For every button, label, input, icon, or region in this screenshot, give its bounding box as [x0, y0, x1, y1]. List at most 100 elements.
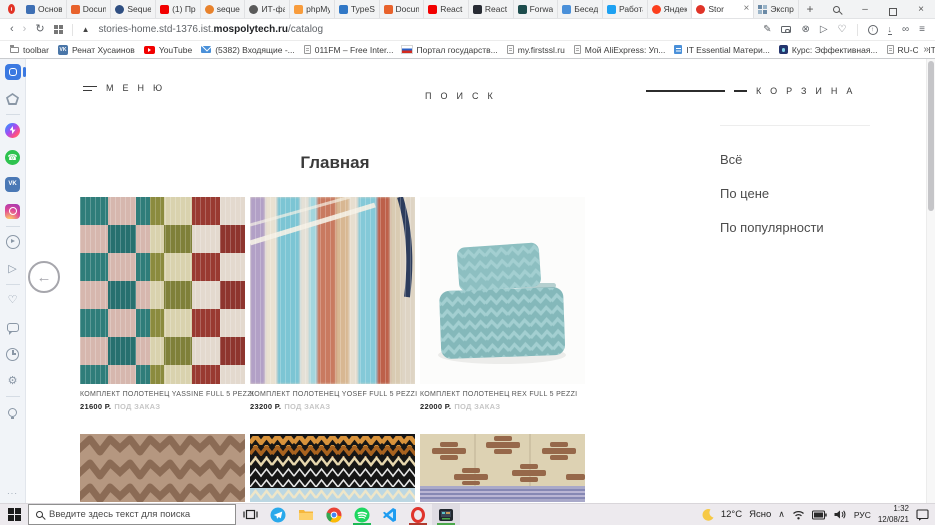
browser-tab[interactable]: Беседк	[558, 0, 603, 18]
speed-dial-icon[interactable]	[54, 25, 63, 34]
protect-icon[interactable]: ↑	[868, 25, 878, 35]
filter-by-price[interactable]: По цене	[720, 186, 824, 201]
taskbar-search-box[interactable]: Введите здесь текст для поиска	[28, 504, 236, 525]
browser-tab[interactable]: Экспре	[754, 0, 799, 18]
page-scrollbar[interactable]	[926, 59, 935, 503]
tab-favicon	[696, 5, 705, 14]
weather-desc[interactable]: Ясно	[749, 509, 771, 520]
tune-icon[interactable]: ≡	[919, 24, 925, 35]
taskbar-telegram[interactable]	[264, 504, 292, 525]
sidebar-player-button[interactable]	[5, 234, 21, 250]
taskbar-opera[interactable]	[404, 504, 432, 525]
downloads-icon[interactable]: ↓	[888, 25, 893, 35]
search-label: ПОИСК	[425, 91, 502, 101]
browser-tab[interactable]: Stor×	[692, 0, 754, 18]
sidebar-tips-button[interactable]	[5, 404, 21, 420]
clock[interactable]: 1:32 12/08/21	[878, 504, 909, 525]
sidebar-more-button[interactable]: ···	[7, 489, 18, 498]
minimize-button[interactable]: –	[851, 0, 879, 19]
snapshot-camera-icon[interactable]	[781, 26, 791, 33]
product-card[interactable]	[420, 434, 585, 502]
forward-button[interactable]: ›	[23, 24, 27, 35]
maximize-button[interactable]	[879, 3, 907, 16]
bookmark-heart-icon[interactable]: ♡	[838, 24, 847, 35]
filter-all[interactable]: Всё	[720, 152, 824, 167]
bookmark-item[interactable]: Портал государств...	[402, 45, 497, 55]
sidebar-bookmarks-button[interactable]: ♡	[5, 292, 21, 308]
turbo-icon[interactable]: ▷	[820, 24, 828, 35]
tray-expand-chevron-icon[interactable]: ∧	[778, 509, 785, 520]
browser-tab[interactable]: Яндекс	[648, 0, 693, 18]
site-security-warning-icon[interactable]: ▲	[82, 25, 90, 34]
sidebar-whatsapp-button[interactable]: ☎	[5, 149, 21, 165]
link-copy-icon[interactable]: ∞	[902, 24, 909, 35]
opera-menu-button[interactable]	[0, 0, 22, 19]
sidebar-messenger-button[interactable]	[5, 122, 21, 138]
taskbar-spotify[interactable]	[348, 504, 376, 525]
close-button[interactable]: ×	[907, 0, 935, 19]
taskbar-vscode[interactable]	[376, 504, 404, 525]
browser-tab[interactable]: (1) Пр	[156, 0, 201, 18]
browser-tab[interactable]: Основ	[22, 0, 67, 18]
bookmark-item[interactable]: Мой AliExpress: Уп...	[574, 45, 666, 55]
tab-search-button[interactable]	[821, 6, 851, 13]
speaker-icon[interactable]	[834, 509, 847, 520]
browser-tab[interactable]: Docum	[380, 0, 425, 18]
sidebar-vk-button[interactable]	[5, 176, 21, 192]
site-cart-button[interactable]: КОРЗИНА	[646, 86, 861, 96]
sidebar-workspace-button[interactable]	[5, 91, 21, 107]
edit-icon[interactable]: ✎	[763, 24, 771, 35]
blocked-icon[interactable]: ⊗	[801, 24, 809, 35]
browser-tab[interactable]: React A	[469, 0, 514, 18]
browser-tab[interactable]: TypeSc	[335, 0, 380, 18]
filter-by-popularity[interactable]: По популярности	[720, 220, 824, 235]
sidebar-settings-button[interactable]: ⚙	[5, 373, 21, 389]
battery-icon[interactable]	[812, 510, 827, 520]
browser-tab[interactable]: Forwar	[514, 0, 559, 18]
bookmark-item[interactable]: toolbar	[10, 45, 49, 55]
product-card[interactable]: КОМПЛЕКТ ПОЛОТЕНЕЦ REX FULL 5 PEZZI 2200…	[420, 197, 585, 411]
task-view-button[interactable]	[236, 504, 264, 525]
browser-tab[interactable]: phpMy	[290, 0, 335, 18]
product-card[interactable]	[250, 434, 415, 502]
browser-tab[interactable]: Работа	[603, 0, 648, 18]
reload-button[interactable]: ↻	[35, 24, 44, 35]
scrollbar-thumb[interactable]	[928, 61, 934, 211]
language-indicator[interactable]: РУС	[854, 510, 871, 520]
bookmark-item[interactable]: (5382) Входящие -...	[201, 45, 295, 55]
action-center-icon[interactable]	[916, 508, 929, 521]
browser-tab[interactable]: Sequel	[111, 0, 156, 18]
browser-tab[interactable]: sequel	[201, 0, 246, 18]
product-card[interactable]: КОМПЛЕКТ ПОЛОТЕНЕЦ YASSINE FULL 5 PEZZI …	[80, 197, 245, 411]
bookmark-item[interactable]: Курс: Эффективная...	[779, 45, 878, 55]
bookmark-item[interactable]: IT Essential Матери...	[674, 45, 769, 55]
browser-tab[interactable]: React	[424, 0, 469, 18]
start-button[interactable]	[0, 504, 28, 525]
sidebar-history-button[interactable]	[5, 346, 21, 362]
bookmark-item[interactable]: my.firstssl.ru	[507, 45, 565, 55]
tab-close-icon[interactable]: ×	[743, 4, 749, 14]
bookmarks-overflow-button[interactable]: »	[918, 41, 929, 59]
url-text[interactable]: stories-home.std-1376.ist.mospolytech.ru…	[98, 24, 323, 35]
back-button[interactable]: ‹	[10, 24, 14, 35]
bookmark-item[interactable]: 011FM – Free Inter...	[304, 45, 394, 55]
bookmark-item[interactable]: Ренат Хусаинов	[58, 45, 135, 55]
carousel-prev-button[interactable]: ←	[28, 261, 60, 293]
browser-tab[interactable]: Docum	[67, 0, 112, 18]
wifi-icon[interactable]	[792, 509, 805, 520]
taskbar-file-explorer[interactable]	[292, 504, 320, 525]
taskbar-chrome[interactable]	[320, 504, 348, 525]
site-search-button[interactable]: ПОИСК	[425, 86, 502, 104]
sidebar-my-flow-button[interactable]: ▷	[5, 261, 21, 277]
browser-tab[interactable]: ИТ-фа	[245, 0, 290, 18]
product-card[interactable]	[80, 434, 245, 502]
taskbar-active-app[interactable]	[432, 504, 460, 525]
weather-temp[interactable]: 12°C	[721, 509, 742, 520]
sidebar-instagram-button[interactable]	[5, 203, 21, 219]
new-tab-button[interactable]: +	[799, 2, 821, 16]
site-menu-button[interactable]: МЕНЮ	[83, 83, 171, 94]
sidebar-chat-button[interactable]	[5, 319, 21, 335]
product-card[interactable]: КОМПЛЕКТ ПОЛОТЕНЕЦ YOSEF FULL 5 PEZZI 23…	[250, 197, 415, 411]
sidebar-speed-dial-button[interactable]	[5, 64, 21, 80]
bookmark-item[interactable]: YouTube	[144, 45, 192, 55]
